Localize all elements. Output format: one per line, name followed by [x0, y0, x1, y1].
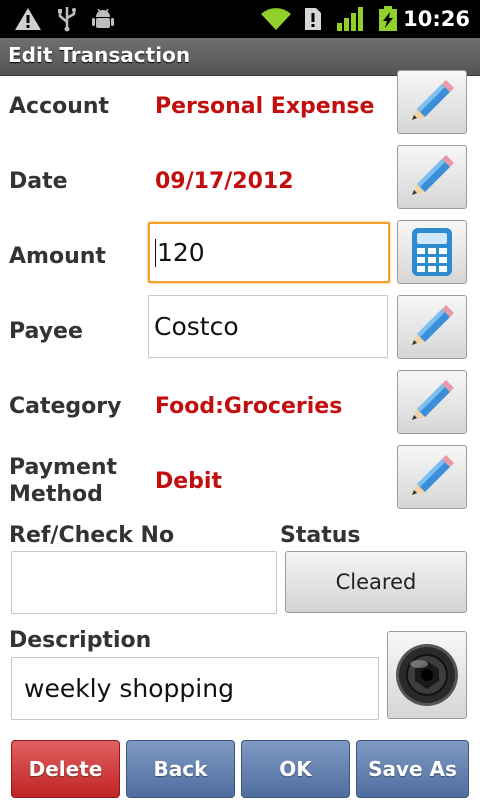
delete-button[interactable]: Delete — [11, 740, 120, 798]
edit-category-button[interactable] — [397, 370, 467, 434]
sim-alert-icon — [305, 8, 321, 30]
page-title: Edit Transaction — [8, 43, 191, 67]
category-value: Food:Groceries — [155, 394, 343, 419]
edit-payee-button[interactable] — [397, 295, 467, 359]
edit-date-button[interactable] — [397, 145, 467, 209]
payee-value: Costco — [154, 312, 239, 341]
text-cursor — [155, 238, 156, 267]
edit-account-button[interactable] — [397, 70, 467, 134]
wifi-icon — [261, 8, 291, 31]
account-label: Account — [9, 94, 110, 119]
status-label: Status — [280, 523, 361, 548]
payee-input[interactable]: Costco — [148, 295, 388, 358]
pencil-icon — [412, 380, 454, 420]
edit-payment-method-button[interactable] — [397, 445, 467, 509]
android-debug-icon — [92, 8, 114, 28]
description-input[interactable]: weekly shopping — [11, 657, 379, 720]
ref-check-label: Ref/Check No — [9, 523, 175, 548]
ok-button[interactable]: OK — [241, 740, 350, 798]
pencil-icon — [412, 155, 454, 195]
usb-icon — [58, 7, 76, 32]
back-button[interactable]: Back — [126, 740, 235, 798]
clock: 10:26 — [403, 7, 470, 31]
save-as-button[interactable]: Save As — [356, 740, 469, 798]
camera-button[interactable] — [387, 631, 467, 719]
description-value: weekly shopping — [24, 674, 234, 703]
calculator-button[interactable] — [397, 220, 467, 284]
pencil-icon — [412, 80, 454, 120]
payment-method-label-line2: Method — [9, 482, 103, 507]
date-value: 09/17/2012 — [155, 169, 294, 194]
pencil-icon — [412, 455, 454, 495]
ref-check-input[interactable] — [11, 551, 277, 614]
category-label: Category — [9, 394, 122, 419]
battery-charging-icon — [379, 6, 397, 31]
calculator-icon — [412, 228, 452, 276]
signal-icon — [337, 7, 363, 31]
payment-method-value: Debit — [155, 469, 222, 494]
date-label: Date — [9, 169, 68, 194]
pencil-icon — [412, 305, 454, 345]
camera-lens-icon — [396, 644, 458, 706]
warning-icon — [15, 8, 41, 30]
payment-method-label-line1: Payment — [9, 455, 118, 480]
status-bar: 10:26 — [0, 0, 480, 38]
description-label: Description — [9, 628, 152, 653]
account-value: Personal Expense — [155, 94, 375, 119]
amount-label: Amount — [9, 244, 106, 269]
payee-label: Payee — [9, 319, 83, 344]
amount-value: 120 — [157, 238, 205, 267]
status-button[interactable]: Cleared — [285, 551, 467, 613]
amount-input[interactable]: 120 — [148, 222, 390, 283]
